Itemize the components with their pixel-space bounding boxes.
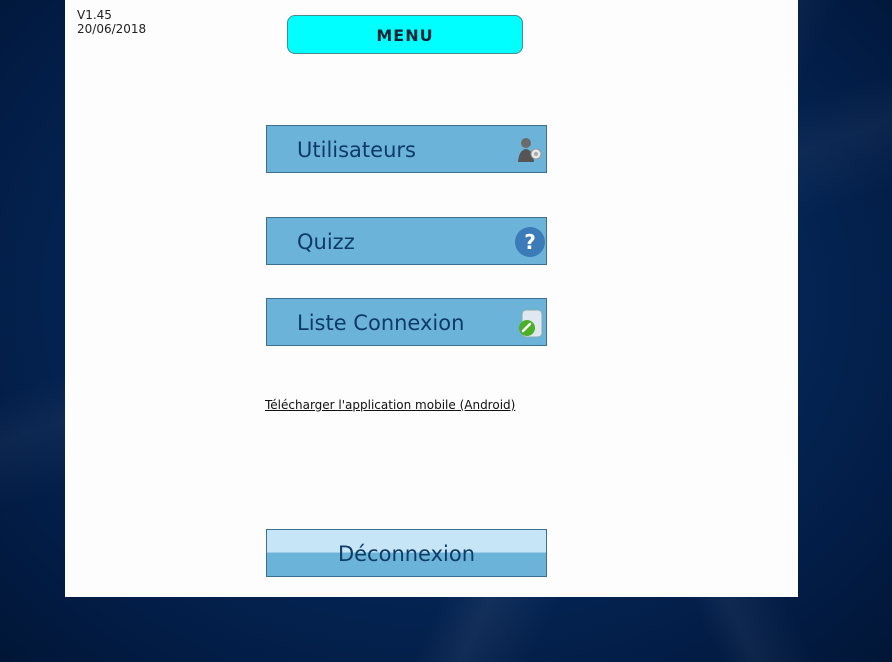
version-info: V1.45 20/06/2018: [77, 8, 146, 36]
connection-list-button-label: Liste Connexion: [297, 311, 465, 335]
quizz-button[interactable]: Quizz ?: [266, 217, 547, 265]
android-download-link[interactable]: Télécharger l'application mobile (Androi…: [265, 398, 515, 412]
users-button-label: Utilisateurs: [297, 138, 416, 162]
svg-text:?: ?: [524, 230, 536, 254]
main-panel: V1.45 20/06/2018 MENU Utilisateurs Quizz…: [65, 0, 798, 597]
menu-title-badge: MENU: [287, 15, 523, 54]
question-icon: ?: [515, 227, 545, 257]
users-button[interactable]: Utilisateurs: [266, 125, 547, 173]
quizz-button-label: Quizz: [297, 230, 355, 254]
version-number: V1.45: [77, 8, 112, 22]
version-date: 20/06/2018: [77, 22, 147, 36]
connection-list-icon: [519, 309, 543, 338]
users-icon: [518, 138, 542, 162]
logout-button[interactable]: Déconnexion: [266, 529, 547, 577]
connection-list-button[interactable]: Liste Connexion: [266, 298, 547, 346]
